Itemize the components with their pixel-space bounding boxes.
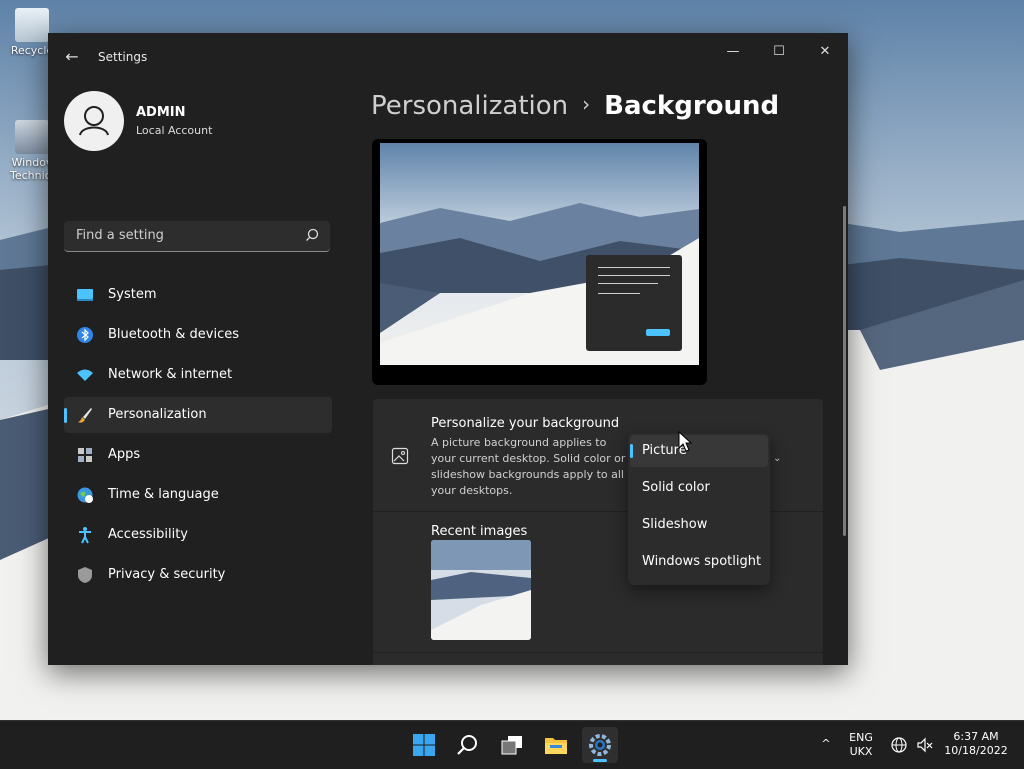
breadcrumb-parent[interactable]: Personalization [371,91,568,121]
sidebar-item-personalization[interactable]: Personalization [64,397,332,433]
sidebar-item-accessibility[interactable]: Accessibility [64,517,332,553]
preview-line [598,275,670,276]
wifi-icon [77,369,93,381]
dropdown-option-solid-color[interactable]: Solid color [630,472,768,504]
settings-taskbar-button[interactable] [582,727,618,763]
recycle-bin-icon [15,8,49,42]
keyboard-layout: UKX [849,745,873,758]
preview-button [646,329,670,336]
sidebar-item-apps[interactable]: Apps [64,437,332,473]
sidebar-item-privacy[interactable]: Privacy & security [64,557,332,593]
bluetooth-icon [77,327,93,343]
user-name: ADMIN [136,105,186,120]
account-type: Local Account [136,124,213,137]
close-icon: ✕ [819,44,831,59]
sidebar-item-label: Bluetooth & devices [108,327,239,342]
sidebar-item-time-language[interactable]: Time & language [64,477,332,513]
vertical-scrollbar[interactable] [843,206,846,536]
sidebar-item-label: System [108,287,157,302]
file-explorer-button[interactable] [538,727,574,763]
search-icon[interactable] [304,227,320,243]
chevron-up-icon[interactable]: ^ [816,737,836,751]
network-globe-icon[interactable] [890,736,908,754]
volume-muted-icon[interactable] [916,736,934,754]
clock[interactable]: 6:37 AM 10/18/2022 [940,730,1012,758]
main-content: Personalization›Background Personalize [348,81,848,665]
sidebar-item-label: Accessibility [108,527,188,542]
language-code: ENG [849,731,873,744]
mouse-cursor-icon [678,431,693,452]
task-view-icon [501,736,522,755]
clock-time: 6:37 AM [953,730,999,743]
sidebar-item-bluetooth[interactable]: Bluetooth & devices [64,317,332,353]
maximize-button[interactable]: ☐ [756,37,802,67]
chevron-right-icon: › [582,92,591,116]
settings-window: ← Settings — ☐ ✕ ADMIN Local Account Sys… [48,33,848,665]
arrow-left-icon: ← [65,47,79,66]
start-button[interactable] [406,727,442,763]
card-description: A picture background applies to your cur… [431,436,626,497]
dropdown-option-slideshow[interactable]: Slideshow [630,509,768,541]
preview-line [598,267,670,268]
dropdown-option-picture[interactable]: Picture [630,435,768,467]
sidebar-item-label: Privacy & security [108,567,226,582]
title-bar[interactable]: ← Settings — ☐ ✕ [48,33,848,81]
maximize-icon: ☐ [773,44,785,59]
sidebar-item-label: Network & internet [108,367,233,382]
page-title: Background [604,91,780,121]
dropdown-option-label: Solid color [642,480,710,495]
nav-list: System Bluetooth & devices Network & int… [64,277,332,597]
breadcrumb: Personalization › Background [371,91,779,121]
search-icon [457,735,477,755]
dropdown-option-label: Slideshow [642,517,708,532]
sidebar-item-system[interactable]: System [64,277,332,313]
shield-icon [78,567,92,583]
app-shortcut-icon [15,120,49,154]
apps-icon [78,448,92,462]
preview-line [598,293,640,294]
globe-clock-icon [77,487,93,503]
next-setting-card [373,653,823,665]
minimize-icon: — [726,44,740,59]
recent-images-title: Recent images [431,524,528,539]
chevron-down-icon[interactable]: ⌄ [773,453,781,464]
background-type-dropdown[interactable]: Picture Solid color Slideshow Windows sp… [628,433,770,585]
sidebar-item-label: Time & language [108,487,219,502]
file-explorer-icon [545,738,567,754]
system-display-icon [77,289,93,301]
settings-icon [589,734,611,756]
sidebar-item-label: Apps [108,447,141,462]
accessibility-icon [79,527,91,544]
clock-date: 10/18/2022 [944,744,1008,757]
paintbrush-icon [78,408,92,423]
search-input[interactable] [74,227,298,244]
language-indicator[interactable]: ENG UKX [846,731,876,759]
sidebar-item-network[interactable]: Network & internet [64,357,332,393]
desktop-icon-label: Recycle [10,44,54,57]
close-button[interactable]: ✕ [802,37,848,67]
taskbar-search-button[interactable] [450,727,486,763]
minimize-button[interactable]: — [710,37,756,67]
app-title: Settings [98,50,148,64]
user-avatar-icon[interactable] [64,91,124,151]
dropdown-option-windows-spotlight[interactable]: Windows spotlight [630,546,768,578]
preview-window-mock [586,255,682,351]
taskbar: ^ ENG UKX 6:37 AM 10/18/2022 [0,720,1024,769]
back-button[interactable]: ← [62,47,82,67]
start-icon [413,734,435,756]
sidebar: ADMIN Local Account System Bluetooth & d… [48,81,348,665]
search-box[interactable] [64,221,330,252]
recent-image-thumbnail[interactable] [431,540,531,640]
sidebar-item-label: Personalization [108,407,207,422]
desktop-preview [372,139,707,385]
dropdown-option-label: Windows spotlight [642,554,762,569]
image-icon [391,447,409,465]
task-view-button[interactable] [494,727,530,763]
preview-line [598,283,658,284]
card-title: Personalize your background [431,416,620,431]
